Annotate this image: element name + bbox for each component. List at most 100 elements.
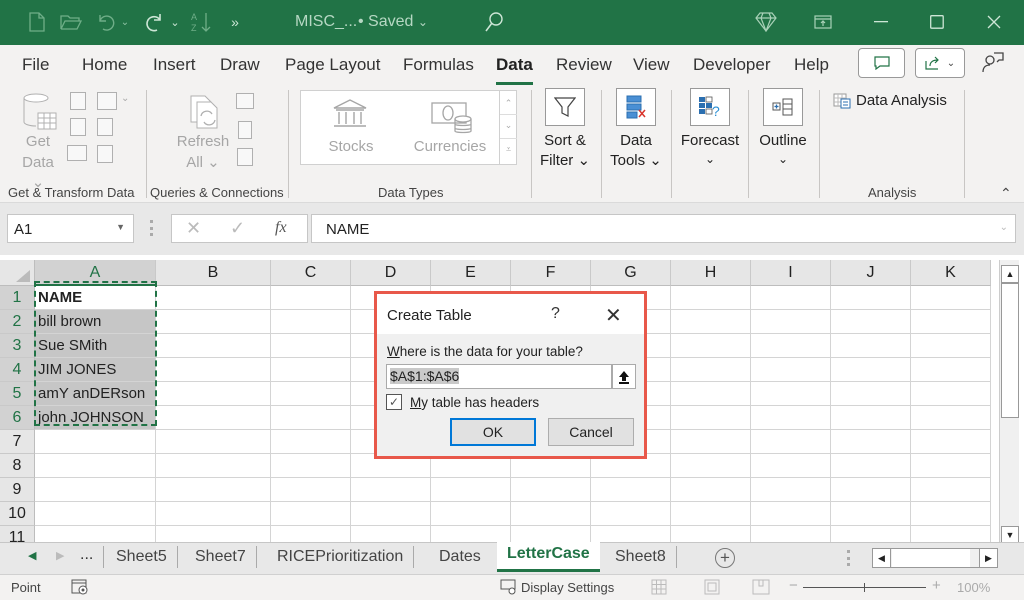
column-header-h[interactable]: H <box>671 260 751 286</box>
has-headers-checkbox[interactable]: ✓ <box>386 394 402 410</box>
column-header-a[interactable]: A <box>35 260 156 286</box>
scroll-up-icon[interactable]: ▲ <box>1001 265 1019 283</box>
cell-b5[interactable] <box>156 382 271 406</box>
cell-k9[interactable] <box>911 478 991 502</box>
coauthor-icon[interactable] <box>982 52 1004 77</box>
scroll-right-icon[interactable]: ▶ <box>979 549 997 567</box>
redo-dropdown-icon[interactable]: ⌄ <box>170 10 180 34</box>
cell-i10[interactable] <box>751 502 831 526</box>
column-header-f[interactable]: F <box>511 260 591 286</box>
cell-c5[interactable] <box>271 382 351 406</box>
more-icon[interactable]: » <box>228 10 242 34</box>
cell-c10[interactable] <box>271 502 351 526</box>
cell-g9[interactable] <box>591 478 671 502</box>
zoom-slider-thumb[interactable] <box>864 583 865 592</box>
collapse-dialog-button[interactable] <box>612 364 636 389</box>
ok-button[interactable]: OK <box>450 418 536 446</box>
scroll-left-icon[interactable]: ◀ <box>873 549 891 567</box>
cell-c7[interactable] <box>271 430 351 454</box>
row-header-9[interactable]: 9 <box>0 478 35 502</box>
sheet-tab-riceprioritization[interactable]: RICEPrioritization <box>267 546 415 568</box>
tab-view[interactable]: View <box>633 55 670 75</box>
gallery-more-icon[interactable]: ⩡ <box>500 139 517 163</box>
cell-i5[interactable] <box>751 382 831 406</box>
edit-links-icon[interactable] <box>237 148 253 166</box>
more-sheets-button[interactable]: ... <box>80 546 105 568</box>
cell-a2[interactable]: bill brown <box>35 310 156 334</box>
sheet-tab-sheet7[interactable]: Sheet7 <box>185 546 257 568</box>
cell-i3[interactable] <box>751 334 831 358</box>
column-header-b[interactable]: B <box>156 260 271 286</box>
existing-connections-icon[interactable] <box>97 145 113 163</box>
open-folder-icon[interactable] <box>60 10 82 34</box>
from-text-icon[interactable] <box>70 92 86 110</box>
cell-a5[interactable]: amY anDERson <box>35 382 156 406</box>
page-layout-view-icon[interactable] <box>704 579 720 598</box>
row-header-3[interactable]: 3 <box>0 334 35 358</box>
cell-e10[interactable] <box>431 502 511 526</box>
cell-a3[interactable]: Sue SMith <box>35 334 156 358</box>
cell-j10[interactable] <box>831 502 911 526</box>
cell-a9[interactable] <box>35 478 156 502</box>
cell-k6[interactable] <box>911 406 991 430</box>
cell-b10[interactable] <box>156 502 271 526</box>
tab-formulas[interactable]: Formulas <box>403 55 474 75</box>
cell-h2[interactable] <box>671 310 751 334</box>
cell-h1[interactable] <box>671 286 751 310</box>
cell-a8[interactable] <box>35 454 156 478</box>
tab-insert[interactable]: Insert <box>153 55 196 75</box>
column-header-k[interactable]: K <box>911 260 991 286</box>
cell-d10[interactable] <box>351 502 431 526</box>
accessibility-icon[interactable] <box>71 579 89 598</box>
column-header-c[interactable]: C <box>271 260 351 286</box>
row-header-8[interactable]: 8 <box>0 454 35 478</box>
cell-j3[interactable] <box>831 334 911 358</box>
from-web-icon[interactable] <box>70 118 86 136</box>
tab-home[interactable]: Home <box>82 55 127 75</box>
comments-button[interactable] <box>858 48 905 78</box>
sheet-tab-sheet5[interactable]: Sheet5 <box>106 546 178 568</box>
cell-c3[interactable] <box>271 334 351 358</box>
vertical-scrollbar[interactable]: ▲ ▼ <box>999 260 1019 544</box>
cell-k4[interactable] <box>911 358 991 382</box>
cell-c4[interactable] <box>271 358 351 382</box>
cell-a7[interactable] <box>35 430 156 454</box>
column-header-d[interactable]: D <box>351 260 431 286</box>
cell-j7[interactable] <box>831 430 911 454</box>
cell-c2[interactable] <box>271 310 351 334</box>
cell-d9[interactable] <box>351 478 431 502</box>
properties-icon[interactable] <box>238 121 252 139</box>
column-header-e[interactable]: E <box>431 260 511 286</box>
cell-b2[interactable] <box>156 310 271 334</box>
cell-b1[interactable] <box>156 286 271 310</box>
cell-i9[interactable] <box>751 478 831 502</box>
add-sheet-icon[interactable]: + <box>715 548 735 568</box>
cell-h5[interactable] <box>671 382 751 406</box>
cell-j8[interactable] <box>831 454 911 478</box>
cell-i6[interactable] <box>751 406 831 430</box>
ribbon-display-icon[interactable] <box>803 8 843 36</box>
redo-icon[interactable] <box>143 10 165 34</box>
cell-e9[interactable] <box>431 478 511 502</box>
formula-bar-resize-handle[interactable] <box>150 220 153 236</box>
cell-g10[interactable] <box>591 502 671 526</box>
collapse-ribbon-icon[interactable]: ⌃ <box>1000 185 1012 202</box>
cell-h7[interactable] <box>671 430 751 454</box>
cell-j5[interactable] <box>831 382 911 406</box>
cell-k1[interactable] <box>911 286 991 310</box>
row-header-2[interactable]: 2 <box>0 310 35 334</box>
next-sheet-icon[interactable]: ▶ <box>56 549 64 562</box>
cell-a10[interactable] <box>35 502 156 526</box>
cell-b4[interactable] <box>156 358 271 382</box>
cell-j1[interactable] <box>831 286 911 310</box>
sort-az-icon[interactable]: AZ <box>190 10 214 34</box>
cell-k3[interactable] <box>911 334 991 358</box>
cell-a4[interactable]: JIM JONES <box>35 358 156 382</box>
row-header-7[interactable]: 7 <box>0 430 35 454</box>
cell-j9[interactable] <box>831 478 911 502</box>
row-header-1[interactable]: 1 <box>0 286 35 310</box>
cell-i1[interactable] <box>751 286 831 310</box>
cell-k7[interactable] <box>911 430 991 454</box>
cell-k8[interactable] <box>911 454 991 478</box>
expand-formula-icon[interactable]: ⌄ <box>1000 222 1008 233</box>
